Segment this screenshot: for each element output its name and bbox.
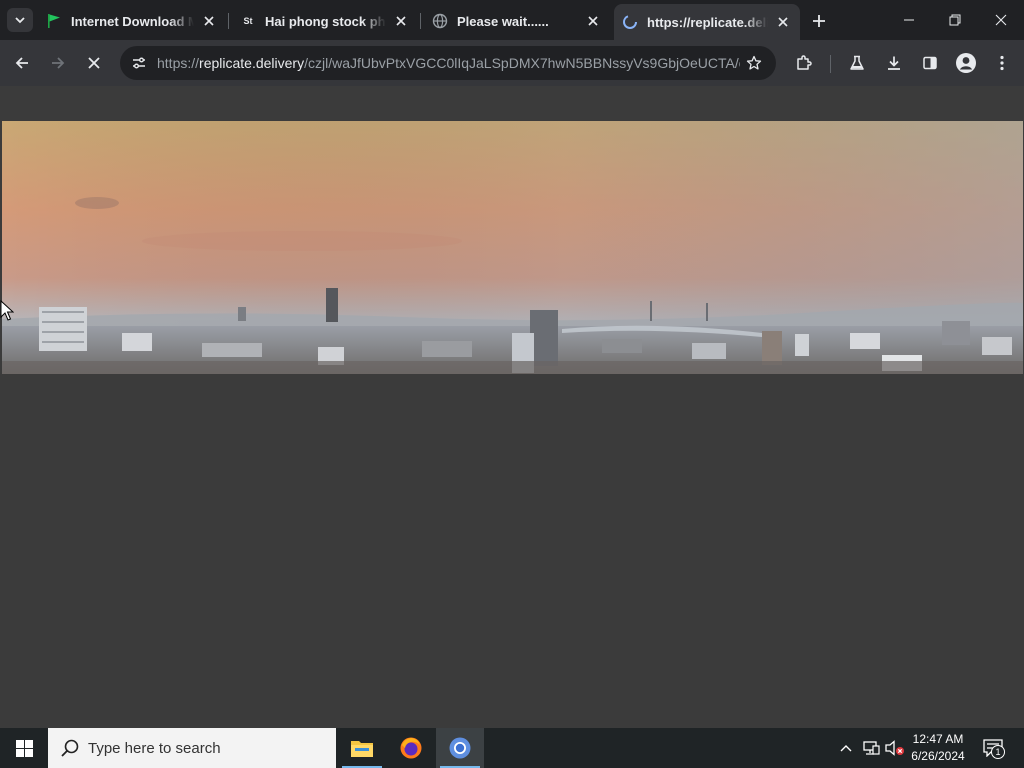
- windows-logo-icon: [15, 739, 33, 757]
- windows-taskbar: Type here to search 12:47 AM 6/26/2024 1: [0, 728, 1024, 768]
- avatar-icon: [956, 53, 976, 73]
- file-explorer-icon: [351, 741, 373, 757]
- tab-title: Please wait......: [457, 13, 549, 29]
- globe-icon: [432, 13, 448, 29]
- downloads-button[interactable]: [880, 49, 908, 77]
- close-icon: [995, 14, 1007, 26]
- minimize-icon: [904, 19, 914, 21]
- toolbar-divider: [830, 55, 831, 73]
- firefox-button[interactable]: [387, 728, 435, 768]
- tab-internet-download-manager[interactable]: Internet Download M: [38, 6, 226, 36]
- clock-date: 6/26/2024: [911, 749, 965, 763]
- profile-button[interactable]: [952, 49, 980, 77]
- download-icon: [888, 56, 900, 70]
- side-panel-icon: [923, 56, 937, 70]
- taskbar-search-box[interactable]: Type here to search: [48, 728, 336, 768]
- close-tab-icon[interactable]: [200, 12, 218, 30]
- tab-separator: [420, 13, 421, 29]
- tab-search-button[interactable]: [7, 8, 33, 32]
- search-icon: [61, 739, 79, 757]
- mouse-cursor-icon: [0, 300, 14, 321]
- menu-button[interactable]: [988, 49, 1016, 77]
- arrow-right-icon: [52, 57, 65, 69]
- restore-icon: [949, 14, 961, 26]
- forward-button[interactable]: [44, 49, 72, 77]
- chevron-up-icon: [840, 745, 852, 752]
- chevron-down-icon: [15, 17, 25, 24]
- stock-site-icon: St: [243, 16, 253, 26]
- side-panel-button[interactable]: [916, 49, 944, 77]
- loading-spinner-icon: [622, 14, 638, 30]
- notification-center-button[interactable]: 1: [978, 735, 1008, 761]
- bookmark-star-icon[interactable]: [742, 51, 766, 75]
- browser-toolbar: https://replicate.delivery/czjl/waJfUbvP…: [0, 40, 1024, 86]
- tab-separator: [228, 13, 229, 29]
- chrome-button[interactable]: [436, 728, 484, 768]
- tab-strip: Internet Download M St Hai phong stock p…: [0, 0, 1024, 40]
- show-hidden-icons-button[interactable]: [836, 738, 856, 758]
- url-host: replicate.delivery: [199, 55, 305, 71]
- panorama-image[interactable]: [2, 121, 1023, 374]
- tab-replicate-delivery[interactable]: https://replicate.delivery: [614, 4, 800, 40]
- system-clock[interactable]: 12:47 AM 6/26/2024: [896, 731, 980, 765]
- tab-title: Hai phong stock phot: [265, 13, 386, 29]
- notification-count-badge: 1: [991, 745, 1005, 759]
- new-tab-button[interactable]: [807, 9, 831, 33]
- green-flag-icon: [46, 13, 62, 29]
- plus-icon: [813, 15, 825, 27]
- puzzle-icon: [797, 55, 812, 70]
- start-button[interactable]: [0, 728, 48, 768]
- network-icon: [863, 741, 880, 755]
- url-text[interactable]: https://replicate.delivery/czjl/waJfUbvP…: [157, 55, 740, 71]
- site-info-icon[interactable]: [126, 50, 152, 76]
- file-explorer-button[interactable]: [338, 728, 386, 768]
- search-placeholder: Type here to search: [88, 740, 221, 757]
- address-bar[interactable]: https://replicate.delivery/czjl/waJfUbvP…: [120, 46, 776, 80]
- chrome-icon: [449, 737, 471, 759]
- url-path: /czjl/waJfUbvPtxVGCC0lIqJaLSpDMX7hwN5BBN…: [304, 55, 740, 71]
- close-icon: [88, 57, 100, 69]
- tab-title: https://replicate.delivery: [647, 14, 768, 30]
- back-button[interactable]: [8, 49, 36, 77]
- arrow-left-icon: [15, 57, 28, 69]
- stop-loading-button[interactable]: [80, 49, 108, 77]
- firefox-icon: [400, 737, 422, 759]
- network-button[interactable]: [861, 738, 881, 758]
- extensions-button[interactable]: [790, 49, 818, 77]
- clock-time: 12:47 AM: [912, 732, 964, 746]
- flask-icon: [850, 55, 864, 70]
- close-tab-icon[interactable]: [392, 12, 410, 30]
- close-window-button[interactable]: [978, 0, 1024, 40]
- tab-please-wait[interactable]: Please wait......: [424, 6, 610, 36]
- more-vert-icon: [1000, 55, 1004, 71]
- tab-hai-phong-stock-photos[interactable]: St Hai phong stock phot: [232, 6, 418, 36]
- url-scheme: https://: [157, 55, 200, 71]
- labs-button[interactable]: [843, 49, 871, 77]
- page-content: [0, 86, 1024, 728]
- restore-button[interactable]: [932, 0, 978, 40]
- close-tab-icon[interactable]: [584, 12, 602, 30]
- close-tab-icon[interactable]: [774, 13, 792, 31]
- tab-title: Internet Download M: [71, 13, 194, 29]
- minimize-button[interactable]: [886, 0, 932, 40]
